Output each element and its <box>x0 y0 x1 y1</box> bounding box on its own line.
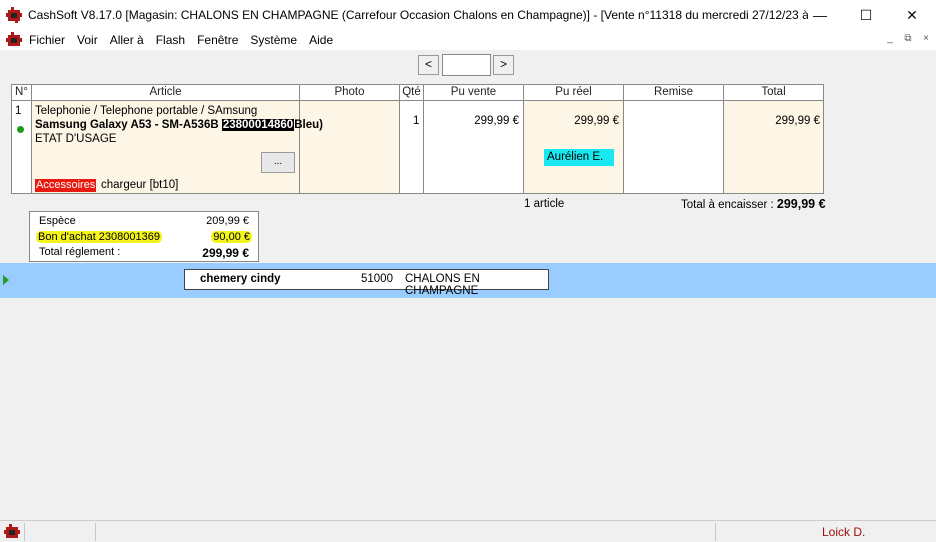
row-unit-price: 299,99 € <box>474 115 519 127</box>
app-logo-icon <box>6 7 22 23</box>
amount-due-label: Total à encaisser : <box>681 199 777 211</box>
header-real-price[interactable]: Pu réel <box>524 85 624 101</box>
header-total[interactable]: Total <box>724 85 823 101</box>
row-number: 1 <box>15 105 22 117</box>
header-unit-price[interactable]: Pu vente <box>424 85 524 101</box>
payment-row-total: Total réglement : 299,99 € <box>39 246 249 260</box>
voucher-value: 90,00 € <box>211 231 252 243</box>
current-row-arrow-icon <box>3 275 9 285</box>
article-barcode: 23800014860 <box>221 119 295 131</box>
header-quantity[interactable]: Qté <box>400 85 424 101</box>
menu-aide[interactable]: Aide <box>309 33 339 47</box>
payment-row-cash[interactable]: Espèce 209,99 € <box>39 215 249 229</box>
customer-city: CHALONS EN CHAMPAGNE <box>405 273 480 297</box>
customer-name: chemery cindy <box>200 273 281 285</box>
menu-bar: Fichier Voir Aller à Flash Fenêtre Systè… <box>0 30 936 50</box>
sale-lines-table: N° Article Photo Qté Pu vente Pu réel Re… <box>11 84 824 194</box>
row-total: 299,99 € <box>775 115 820 127</box>
current-user: Loick D. <box>822 525 866 539</box>
row-quantity: 1 <box>413 115 420 127</box>
article-name-prefix: Samsung Galaxy A53 - SM-A536B <box>35 119 222 131</box>
title-bar: CashSoft V8.17.0 [Magasin: CHALONS EN CH… <box>0 0 936 30</box>
menu-fichier[interactable]: Fichier <box>29 33 71 47</box>
status-divider <box>95 523 96 541</box>
cash-label: Espèce <box>39 215 76 227</box>
discount-cell[interactable] <box>624 101 724 193</box>
previous-sale-button[interactable]: < <box>418 55 439 75</box>
header-photo[interactable]: Photo <box>300 85 400 101</box>
photo-cell[interactable] <box>300 101 400 193</box>
status-divider <box>24 523 25 541</box>
payments-panel: Espèce 209,99 € Bon d'achat 2308001369 9… <box>29 211 259 262</box>
next-sale-button[interactable]: > <box>493 55 514 75</box>
amount-due-value: 299,99 € <box>776 197 826 211</box>
menu-fenetre[interactable]: Fenêtre <box>197 33 244 47</box>
seller-badge: Aurélien E. <box>544 149 614 166</box>
cash-value: 209,99 € <box>206 215 249 227</box>
menu-aller-a[interactable]: Aller à <box>110 33 150 47</box>
header-discount[interactable]: Remise <box>624 85 724 101</box>
status-dot-icon <box>17 126 24 133</box>
sale-number-input[interactable] <box>442 54 491 76</box>
mdi-close-button[interactable]: × <box>918 32 934 46</box>
close-button[interactable]: ✕ <box>889 0 935 30</box>
menu-voir[interactable]: Voir <box>77 33 104 47</box>
article-name-suffix: Bleu) <box>294 119 323 131</box>
mdi-minimize-button[interactable]: _ <box>882 32 898 46</box>
customer-panel[interactable]: chemery cindy 51000 CHALONS EN CHAMPAGNE <box>184 269 549 297</box>
article-category: Telephonie / Telephone portable / SAmsun… <box>35 105 258 117</box>
mdi-restore-button[interactable]: ⧉ <box>900 32 916 46</box>
accessories-value: chargeur [bt10] <box>101 179 179 191</box>
row-real-price: 299,99 € <box>574 115 619 127</box>
header-number[interactable]: N° <box>12 85 32 101</box>
article-name: Samsung Galaxy A53 - SM-A536B 2380001486… <box>35 119 323 131</box>
article-condition: ETAT D'USAGE <box>35 133 117 145</box>
header-article[interactable]: Article <box>32 85 300 101</box>
quantity-cell[interactable] <box>400 101 424 193</box>
payment-row-voucher[interactable]: Bon d'achat 2308001369 90,00 € <box>36 231 252 245</box>
accessories-label: Accessoires <box>35 179 97 192</box>
voucher-label: Bon d'achat 2308001369 <box>36 231 162 243</box>
status-divider <box>715 523 716 541</box>
article-details-button[interactable]: ... <box>261 152 295 173</box>
app-logo-icon <box>4 524 20 538</box>
status-bar: Loick D. <box>0 520 936 542</box>
maximize-button[interactable]: ☐ <box>843 0 889 30</box>
amount-due: Total à encaisser : 299,99 € <box>681 197 826 211</box>
article-count: 1 article <box>524 198 565 210</box>
customer-zip: 51000 <box>361 273 393 285</box>
menu-systeme[interactable]: Système <box>250 33 303 47</box>
menu-flash[interactable]: Flash <box>156 33 191 47</box>
document-logo-icon[interactable] <box>6 32 22 48</box>
payments-total-label: Total réglement : <box>39 246 121 258</box>
minimize-button[interactable]: — <box>797 0 843 30</box>
window-title: CashSoft V8.17.0 [Magasin: CHALONS EN CH… <box>28 8 808 22</box>
payments-total-value: 299,99 € <box>202 246 249 260</box>
